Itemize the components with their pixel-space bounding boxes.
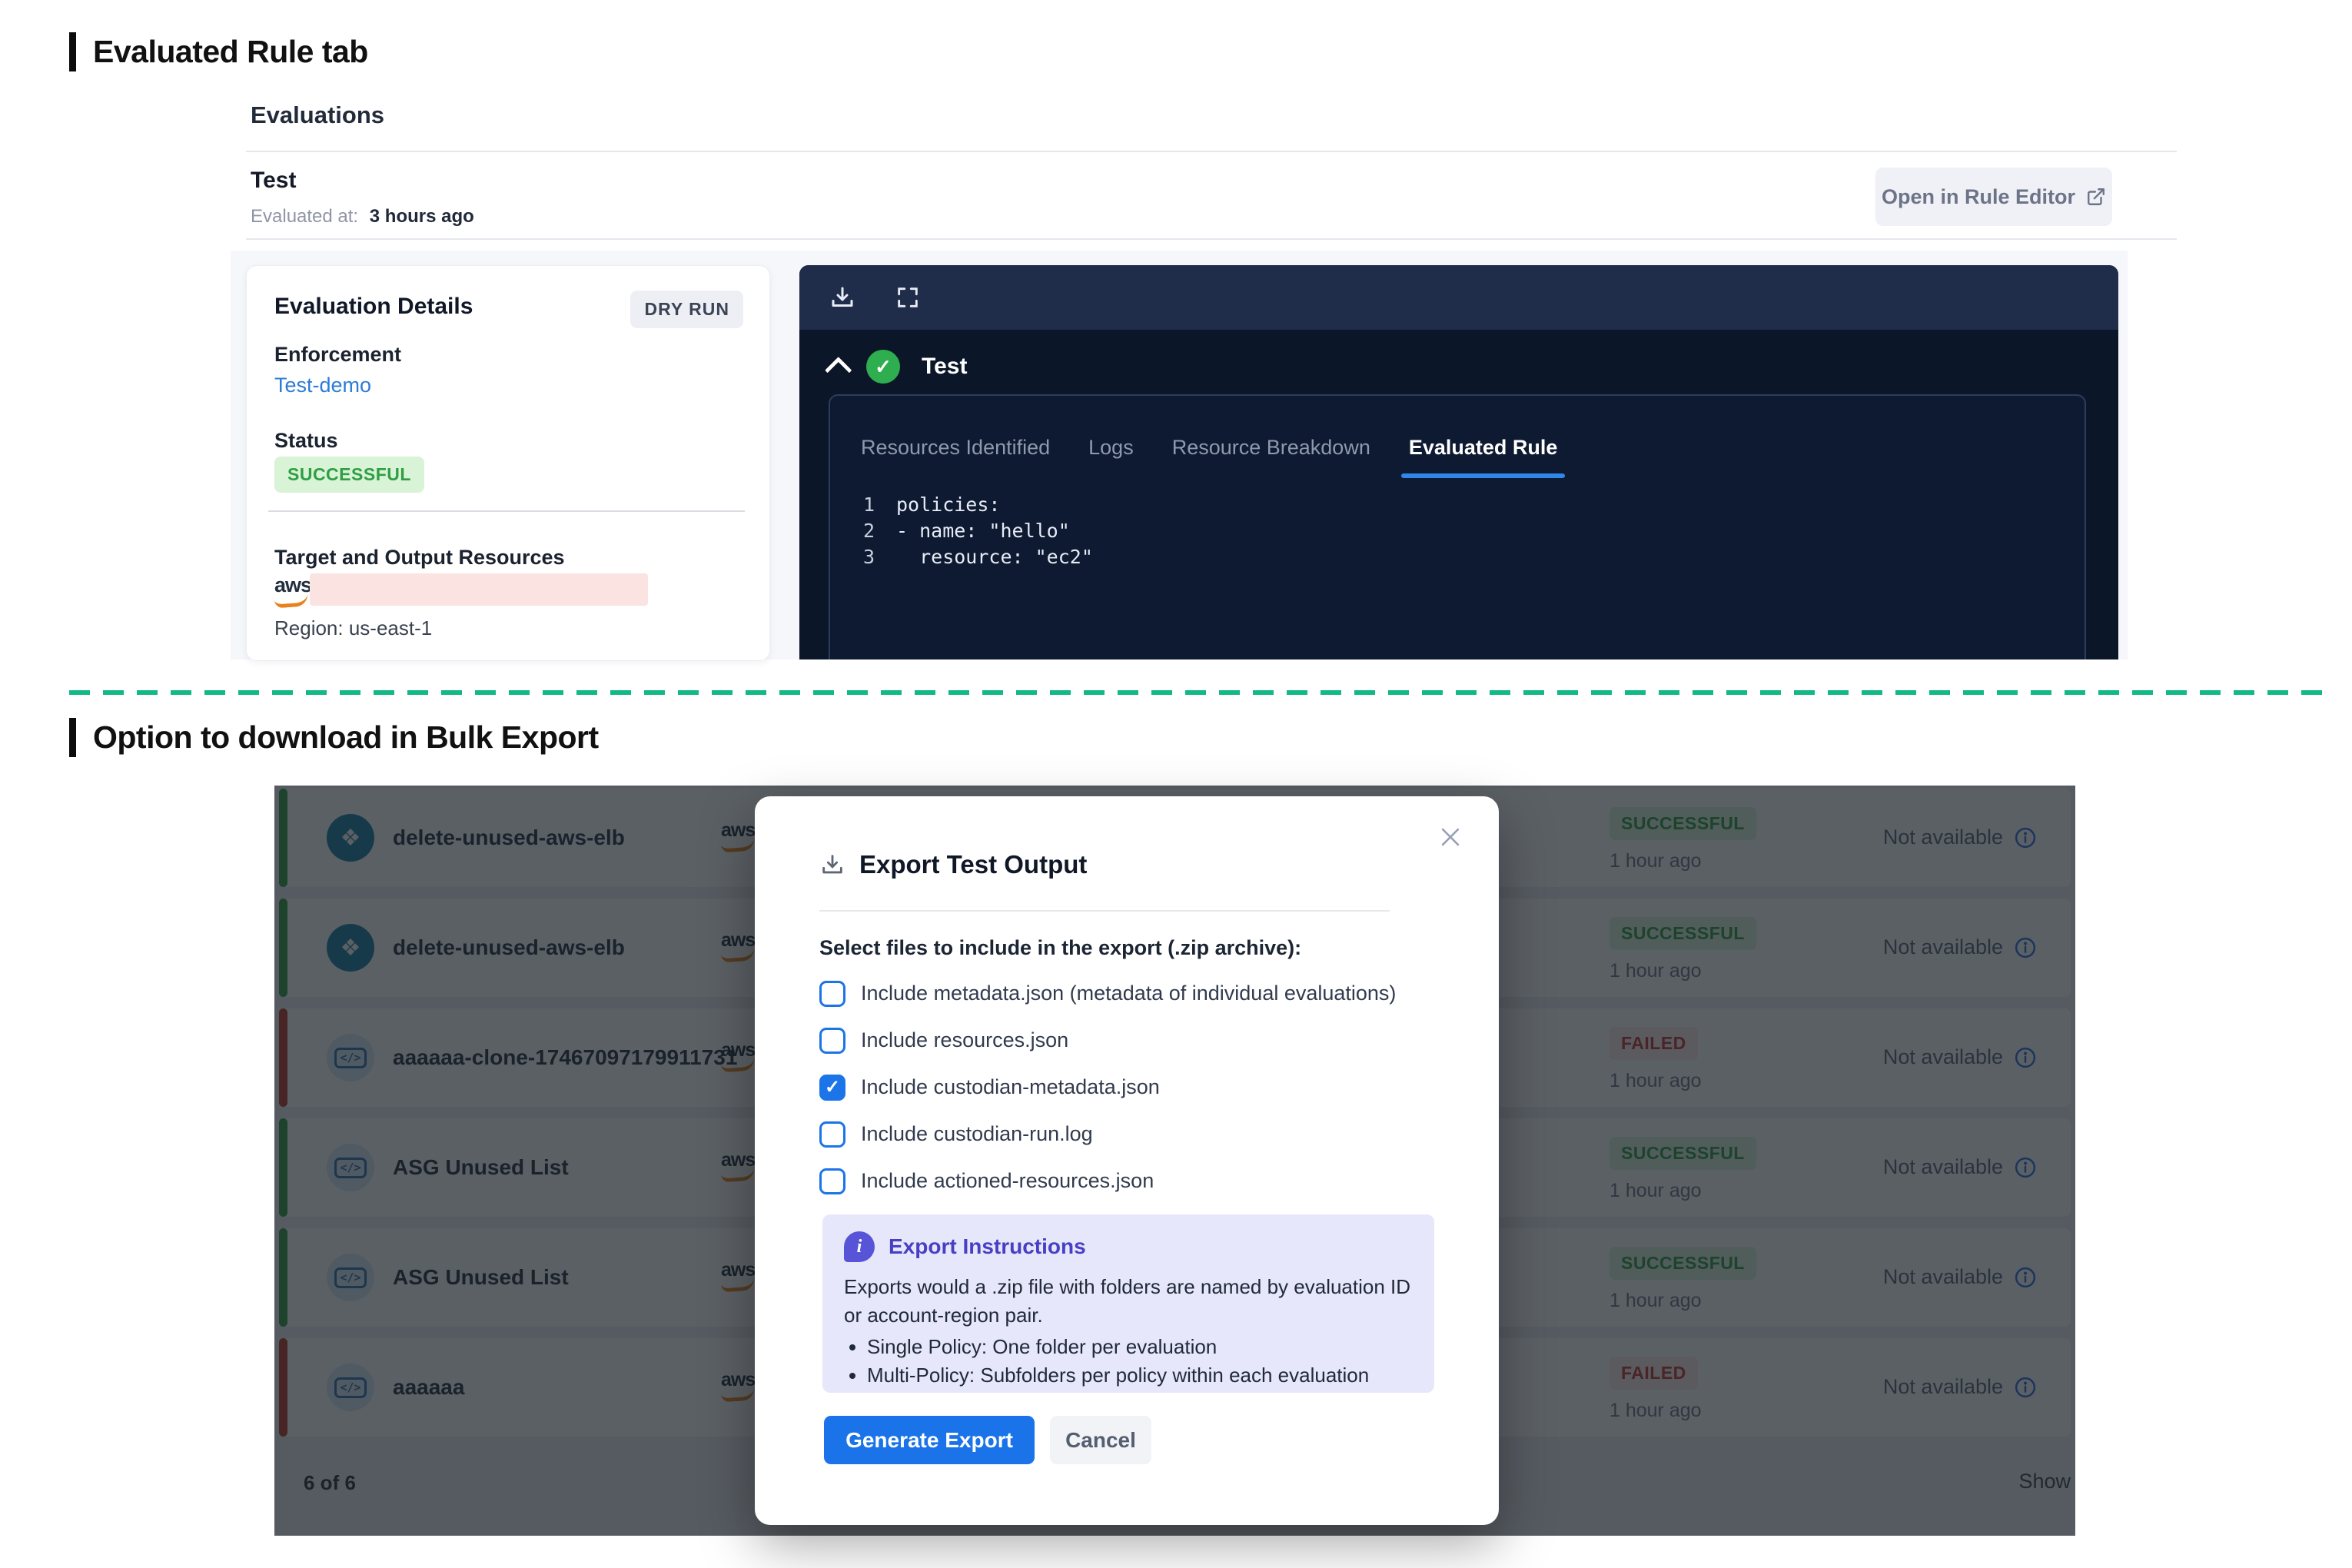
status-badge: SUCCESSFUL [274,457,424,493]
checkbox-unchecked[interactable] [819,981,845,1007]
open-in-rule-editor-button[interactable]: Open in Rule Editor [1875,168,2112,226]
export-instructions-box: i Export Instructions Exports would a .z… [822,1214,1434,1393]
checkbox-unchecked[interactable] [819,1168,845,1194]
export-option-actioned-resources.json[interactable]: Include actioned-resources.json [819,1158,1396,1204]
aws-logo: aws [274,582,311,607]
card-title: Evaluation Details [274,294,473,320]
code-line: 2 - name: "hello" [839,518,2085,544]
region-text: Region: us-east-1 [274,616,432,640]
evaluation-details-card: Evaluation Details DRY RUN Enforcement T… [246,265,770,661]
enforcement-label: Enforcement [274,343,401,367]
divider [246,151,2177,152]
annotation-title-evaluated-rule: Evaluated Rule tab [69,32,368,71]
output-tabs: Resources Identified Logs Resource Breakdo… [830,396,2085,478]
tab-resources-identified[interactable]: Resources Identified [861,436,1050,478]
status-label: Status [274,429,338,453]
annotation-title-text: Option to download in Bulk Export [93,719,599,755]
external-link-icon [2086,187,2106,207]
output-toolbar [799,265,2118,330]
export-option-metadata.json[interactable]: Include metadata.json (metadata of indiv… [819,970,1396,1017]
download-icon[interactable] [829,284,856,311]
export-option-custodian-run.log[interactable]: Include custodian-run.log [819,1111,1396,1158]
code-line: 3 resource: "ec2" [839,544,2085,570]
export-option-custodian-metadata.json[interactable]: ✓ Include custodian-metadata.json [819,1064,1396,1111]
evaluation-detail-region: Evaluation Details DRY RUN Enforcement T… [231,251,2128,659]
line-number: 2 [839,518,875,544]
checkbox-label: Include custodian-run.log [861,1122,1093,1146]
evaluated-at-line: Evaluated at: 3 hours ago [251,206,474,228]
instruction-bullet: Multi-Policy: Subfolders per policy with… [867,1361,1413,1390]
modal-header: Export Test Output [819,850,1087,879]
annotation-title-bulk-export: Option to download in Bulk Export [69,718,599,757]
tab-resource-breakdown[interactable]: Resource Breakdown [1172,436,1370,478]
export-file-options: Include metadata.json (metadata of indiv… [819,970,1396,1204]
success-check-icon: ✓ [866,350,900,384]
close-icon[interactable] [1437,824,1463,850]
line-number: 3 [839,544,875,570]
code-line: 1 policies: [839,492,2085,518]
export-instructions-title: Export Instructions [889,1234,1086,1259]
export-instructions-body: Exports would a .zip file with folders a… [844,1273,1413,1330]
modal-actions: Generate Export Cancel [824,1416,1151,1464]
fullscreen-icon[interactable] [895,284,921,311]
instruction-bullet: Single Policy: One folder per evaluation [867,1333,1413,1361]
generate-export-button[interactable]: Generate Export [824,1416,1035,1464]
enforcement-link[interactable]: Test-demo [274,374,371,397]
evaluated-at-label: Evaluated at: [251,206,358,227]
checkbox-label: Include metadata.json (metadata of indiv… [861,982,1396,1005]
line-text: policies: [896,492,1000,518]
chevron-up-icon[interactable] [825,357,852,384]
evaluation-group-row: ✓ Test [826,350,967,384]
checkbox-label: Include resources.json [861,1028,1068,1052]
line-number: 1 [839,492,875,518]
info-icon: i [844,1231,875,1262]
open-in-rule-editor-label: Open in Rule Editor [1882,185,2075,209]
evaluation-name: Test [251,168,296,194]
export-option-resources.json[interactable]: Include resources.json [819,1017,1396,1064]
divider [268,510,745,512]
checkbox-checked[interactable]: ✓ [819,1075,845,1101]
page: Evaluated Rule tab Evaluations Test Eval… [0,0,2352,1568]
evaluation-group-name: Test [922,354,967,380]
evaluation-output-card: Resources Identified Logs Resource Breakdo… [829,394,2086,659]
dry-run-badge: DRY RUN [630,291,743,328]
download-icon [819,852,845,878]
checkbox-label: Include custodian-metadata.json [861,1075,1160,1099]
section-separator [69,690,2334,695]
checkbox-label: Include actioned-resources.json [861,1169,1154,1193]
checkbox-unchecked[interactable] [819,1121,845,1148]
target-account-row: aws [274,573,311,610]
evaluations-heading: Evaluations [251,101,384,129]
line-text: - name: "hello" [896,518,1070,544]
target-resources-label: Target and Output Resources [274,546,565,570]
test-output-panel: ✓ Test Resources Identified Logs Resource … [799,265,2118,659]
line-text: resource: "ec2" [896,544,1093,570]
checkbox-unchecked[interactable] [819,1028,845,1054]
select-files-label: Select files to include in the export (.… [819,936,1301,960]
export-modal: Export Test Output Select files to inclu… [755,796,1499,1525]
evaluated-at-value: 3 hours ago [370,206,474,227]
annotation-title-text: Evaluated Rule tab [93,34,368,69]
redacted-account-info [310,573,648,606]
cancel-button[interactable]: Cancel [1050,1416,1151,1464]
export-instructions-bullets: Single Policy: One folder per evaluation… [844,1333,1413,1390]
divider [819,910,1390,912]
tab-logs[interactable]: Logs [1088,436,1134,478]
tab-evaluated-rule[interactable]: Evaluated Rule [1409,436,1558,478]
code-viewer: 1policies:2- name: "hello"3 resource: "e… [839,492,2085,570]
divider [246,238,2177,240]
export-instructions-header: i Export Instructions [844,1231,1413,1262]
modal-title: Export Test Output [859,850,1087,879]
